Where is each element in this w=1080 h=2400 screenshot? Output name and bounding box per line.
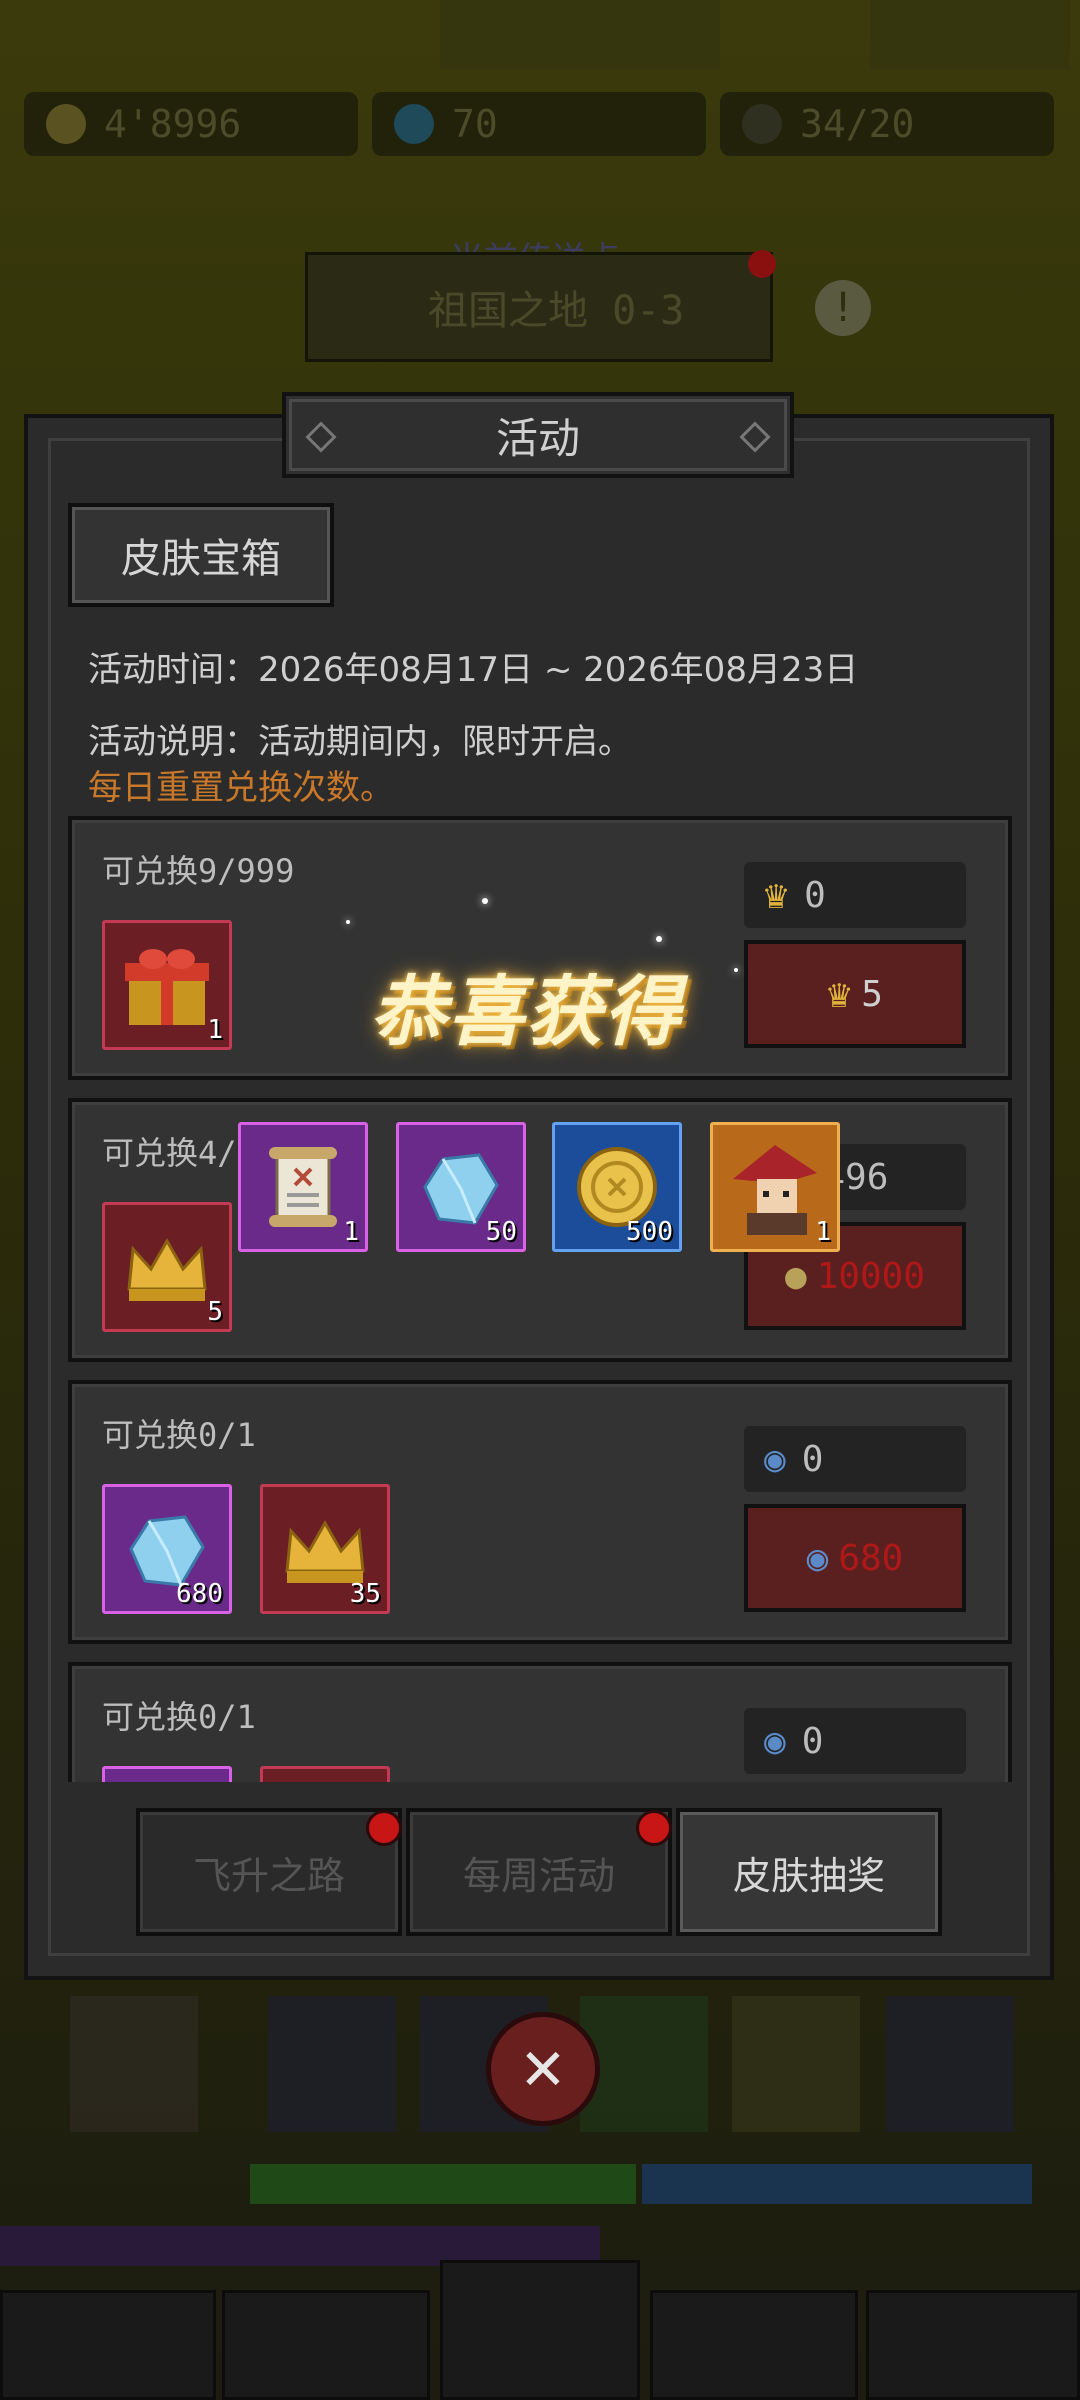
reward-crystal-item[interactable]: 50 <box>396 1122 526 1252</box>
owned-counter: ♛ 0 <box>744 862 966 928</box>
owned-amount: 0 <box>801 1438 824 1480</box>
nav-item[interactable] <box>650 2290 858 2400</box>
cost-amount: 5 <box>861 973 883 1015</box>
portal-button[interactable]: 祖国之地 0-3 <box>305 252 773 362</box>
tab-label: 飞升之路 <box>192 1853 345 1898</box>
hero-portrait-icon <box>733 1145 817 1235</box>
coin-icon: ● <box>784 1255 807 1297</box>
nav-item[interactable] <box>440 2260 640 2400</box>
hero-avatar <box>70 1996 198 2132</box>
nav-item[interactable] <box>866 2290 1080 2400</box>
exchange-button[interactable]: ♛ 5 <box>744 940 966 1048</box>
stamina-resource: 34/20 <box>720 92 1054 156</box>
reward-coin-item[interactable]: 500 <box>552 1122 682 1252</box>
stamina-icon <box>742 104 782 144</box>
diamond-ornament-icon <box>305 421 337 453</box>
gold-resource: 4'8996 <box>24 92 358 156</box>
owned-amount: 0 <box>801 1720 824 1762</box>
equipment-slot <box>886 1996 1014 2132</box>
sparkle <box>734 968 738 972</box>
gift-box-icon <box>125 949 209 1025</box>
crown-icon: ♛ <box>764 872 789 918</box>
nav-item[interactable] <box>222 2290 430 2400</box>
owned-amount: 0 <box>804 874 826 916</box>
dialog-title: 活动 <box>495 413 580 463</box>
sparkle <box>656 936 662 942</box>
nav-item[interactable] <box>0 2290 216 2400</box>
crown-icon <box>127 1237 207 1301</box>
reward-count: 500 <box>626 1217 673 1247</box>
sparkle <box>346 920 350 924</box>
reset-note: 每日重置兑换次数。 <box>88 768 394 808</box>
item-count: 1 <box>207 1015 223 1045</box>
item-count: 5 <box>207 1297 223 1327</box>
crystal-icon <box>394 104 434 144</box>
equipment-slot <box>268 1996 396 2132</box>
mp-bar <box>642 2164 1032 2204</box>
crystal-item[interactable]: 680 <box>102 1484 232 1614</box>
cost-amount: 680 <box>838 1537 904 1579</box>
exchange-limit: 可兑换0/1 <box>102 1416 256 1454</box>
tab-label: 皮肤抽奖 <box>732 1853 885 1898</box>
exchange-limit: 可兑换0/1 <box>102 1698 256 1736</box>
reward-scroll-item[interactable]: 1 <box>238 1122 368 1252</box>
reward-count: 50 <box>485 1217 517 1247</box>
crystal-item[interactable] <box>102 1766 232 1782</box>
skin-chest-label: 皮肤宝箱 <box>121 536 281 582</box>
gold-coin-icon <box>46 104 86 144</box>
gift-box-item[interactable]: 1 <box>102 920 232 1050</box>
scroll-icon <box>269 1147 337 1227</box>
crystal-amount: 70 <box>452 102 498 146</box>
crown-item[interactable] <box>260 1766 390 1782</box>
close-icon[interactable]: ✕ <box>486 2012 600 2126</box>
congrats-title: 恭喜获得 <box>370 967 682 1056</box>
notification-dot <box>636 1810 672 1846</box>
hp-bar <box>250 2164 636 2204</box>
crystal-resource: 70 <box>372 92 706 156</box>
sparkle <box>482 898 488 904</box>
item-count: 35 <box>349 1579 381 1609</box>
item-count: 680 <box>176 1579 223 1609</box>
reward-hero-skin-item[interactable]: 1 <box>710 1122 840 1252</box>
exchange-button[interactable]: ◉ 680 <box>744 1504 966 1612</box>
tab-label: 每周活动 <box>462 1853 615 1898</box>
owned-counter: ◉ 0 <box>744 1708 966 1774</box>
crown-item[interactable]: 5 <box>102 1202 232 1332</box>
crown-icon: ♛ <box>827 971 852 1017</box>
cost-amount: 10000 <box>816 1255 926 1297</box>
activity-description: 活动说明：活动期间内，限时开启。 <box>88 722 632 762</box>
equipment-slot <box>732 1996 860 2132</box>
dialog-title-plate: 活动 <box>282 392 794 478</box>
orb-icon: ◉ <box>764 1438 786 1480</box>
portal-notification-dot <box>748 250 776 278</box>
exchange-limit: 可兑换4/ <box>102 1134 237 1172</box>
reward-count: 1 <box>343 1217 359 1247</box>
tab-weekly-activity[interactable]: 每周活动 <box>406 1808 672 1936</box>
exchange-card: 可兑换4/ 5 ● 9496 ● 10000 <box>68 1098 1012 1362</box>
tab-skin-lottery[interactable]: 皮肤抽奖 <box>676 1808 942 1936</box>
activity-time: 活动时间：2026年08月17日 ~ 2026年08月23日 <box>88 650 859 690</box>
gold-amount: 4'8996 <box>104 102 242 146</box>
exchange-card: 可兑换0/1 680 35 ◉ 0 ◉ 680 <box>68 1380 1012 1644</box>
owned-counter: ◉ 0 <box>744 1426 966 1492</box>
skin-chest-tab[interactable]: 皮肤宝箱 <box>68 503 334 607</box>
crown-item[interactable]: 35 <box>260 1484 390 1614</box>
info-icon[interactable]: ! <box>815 280 871 336</box>
blurred-header-right <box>870 0 1070 70</box>
orb-icon: ◉ <box>806 1537 829 1579</box>
notification-dot <box>366 1810 402 1846</box>
stamina-amount: 34/20 <box>800 102 915 146</box>
exchange-limit: 可兑换9/999 <box>102 852 295 890</box>
tab-ascension-road[interactable]: 飞升之路 <box>136 1808 402 1936</box>
exchange-card: 可兑换0/1 ◉ 0 <box>68 1662 1012 1782</box>
portal-name: 祖国之地 0-3 <box>428 288 685 334</box>
diamond-ornament-icon <box>739 421 771 453</box>
orb-icon: ◉ <box>764 1720 786 1762</box>
reward-count: 1 <box>815 1217 831 1247</box>
blurred-header-left <box>440 0 720 70</box>
